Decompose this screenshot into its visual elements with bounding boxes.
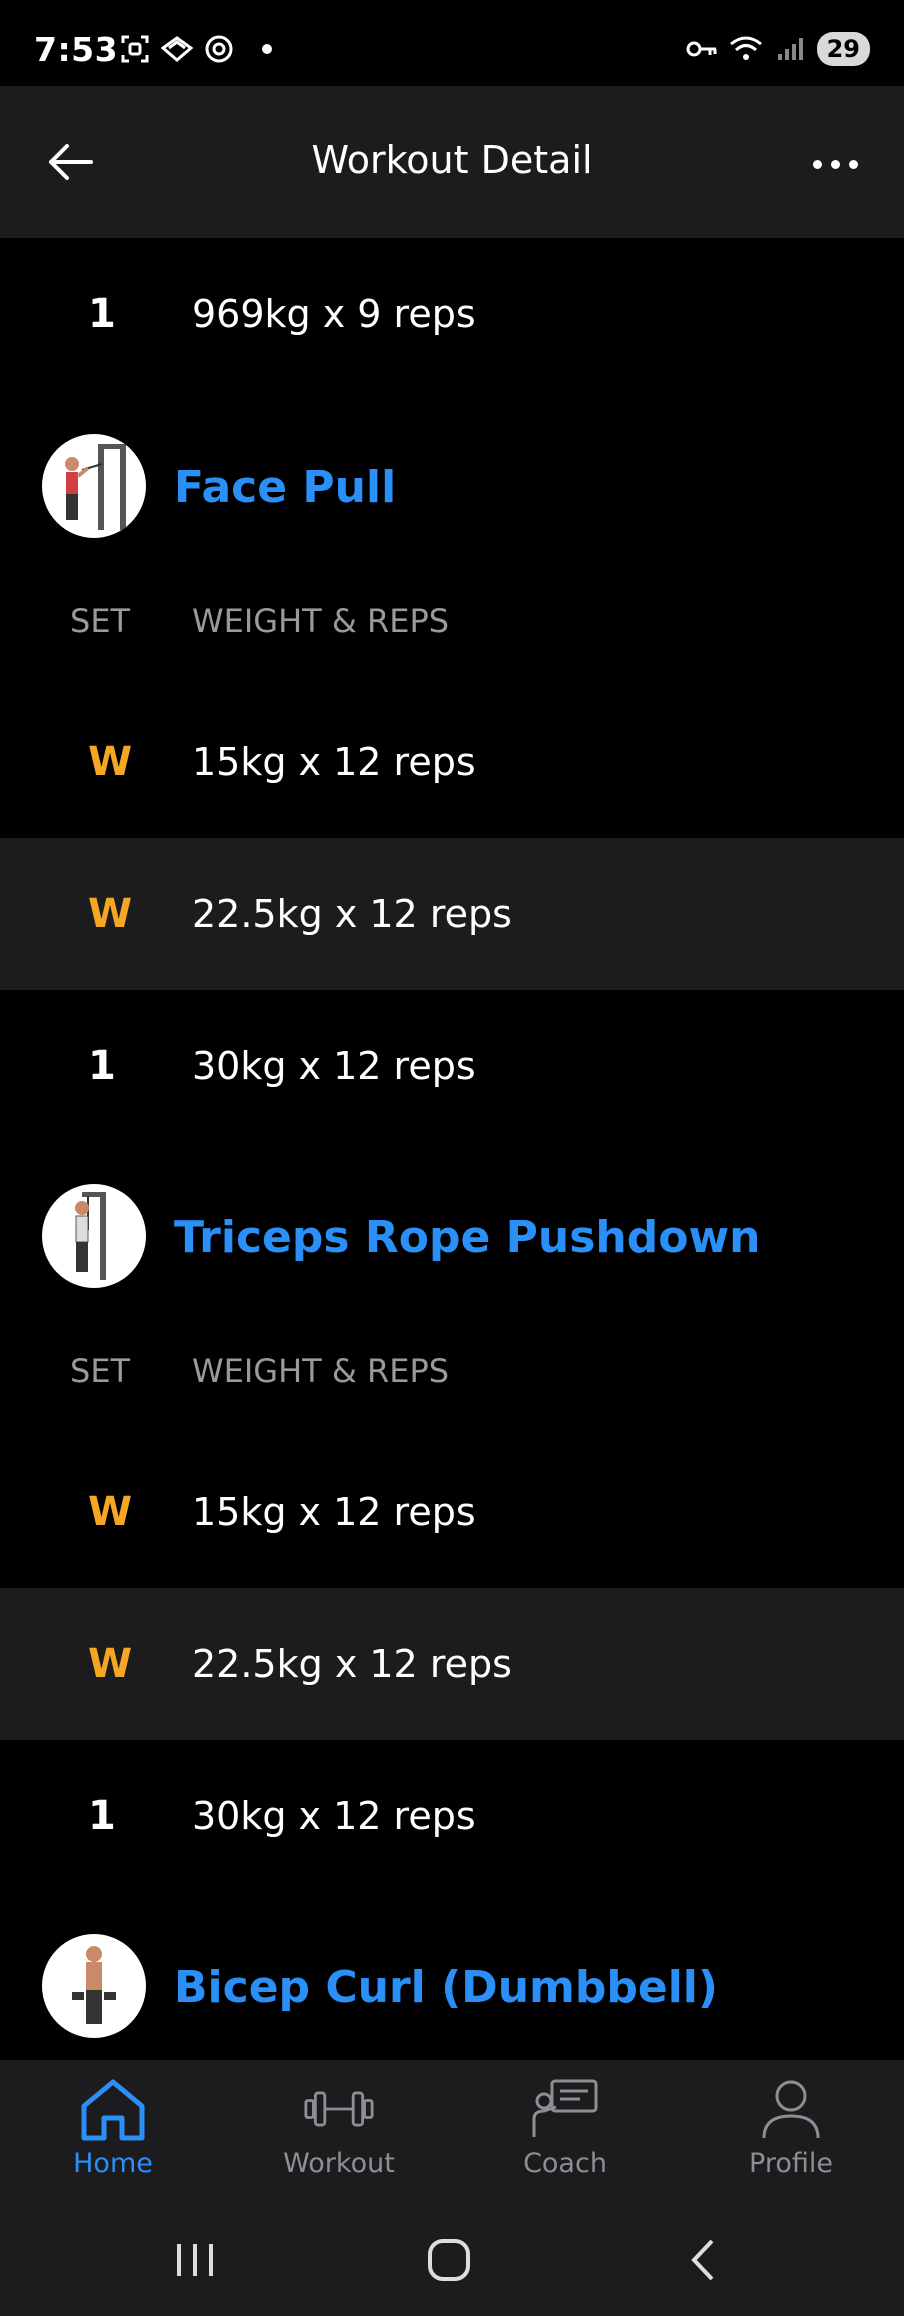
exercise-header[interactable]: Bicep Curl (Dumbbell) [0, 1922, 904, 2052]
set-row: W 15kg x 12 reps [0, 686, 904, 838]
exercise-header[interactable]: Triceps Rope Pushdown [0, 1172, 904, 1302]
set-weight-reps: 15kg x 12 reps [192, 1490, 476, 1534]
exercise-thumbnail [42, 434, 146, 538]
nav-item-coach[interactable]: Coach [490, 2074, 640, 2179]
vpn-key-icon [685, 32, 719, 66]
set-weight-reps: 969kg x 9 reps [192, 292, 476, 336]
profile-icon [756, 2074, 826, 2144]
set-row: W 15kg x 12 reps [0, 1436, 904, 1588]
set-warmup-label: W [88, 739, 133, 785]
set-row: W 22.5kg x 12 reps [0, 1588, 904, 1740]
nav-item-workout[interactable]: Workout [264, 2074, 414, 2179]
screen: 7:53 29 Workout Detail 1 969kg x 9 reps … [0, 0, 904, 2316]
triceps-pushdown-illustration-icon [75, 1192, 106, 1280]
nav-label: Home [73, 2148, 153, 2179]
header: Workout Detail [0, 86, 904, 238]
bicep-curl-illustration-icon [72, 1946, 116, 2024]
set-row: W 22.5kg x 12 reps [0, 838, 904, 990]
set-number: 1 [88, 1793, 116, 1839]
nav-label: Workout [283, 2148, 395, 2179]
set-row: 1 969kg x 9 reps [0, 238, 904, 390]
status-icons-right: 29 [685, 32, 870, 66]
battery-indicator: 29 [816, 32, 870, 66]
coach-icon [530, 2074, 600, 2144]
nav-item-home[interactable]: Home [38, 2074, 188, 2179]
column-header: SET WEIGHT & REPS [0, 1330, 904, 1410]
home-circle-icon [428, 2239, 470, 2281]
back-system-button[interactable] [668, 2230, 738, 2290]
status-time: 7:53 [34, 30, 119, 69]
page-title: Workout Detail [311, 138, 593, 182]
face-pull-illustration-icon [65, 444, 126, 530]
set-warmup-label: W [88, 1489, 133, 1535]
set-number: 1 [88, 291, 116, 337]
signal-icon [773, 32, 807, 66]
set-row: 1 30kg x 12 reps [0, 990, 904, 1142]
exercise-thumbnail [42, 1934, 146, 2038]
column-weight-reps-label: WEIGHT & REPS [192, 1352, 450, 1390]
system-navigation-bar [0, 2200, 904, 2316]
set-row: 1 30kg x 12 reps [0, 1740, 904, 1892]
set-weight-reps: 22.5kg x 12 reps [192, 1642, 512, 1686]
exercise-name: Bicep Curl (Dumbbell) [174, 1962, 718, 2013]
set-weight-reps: 30kg x 12 reps [192, 1044, 476, 1088]
column-set-label: SET [70, 1352, 131, 1390]
nav-label: Coach [523, 2148, 607, 2179]
notification-dot [262, 44, 272, 54]
app-notification-icon [160, 32, 194, 66]
exercise-name: Triceps Rope Pushdown [174, 1212, 761, 1263]
threads-icon [202, 32, 236, 66]
set-warmup-label: W [88, 891, 133, 937]
nav-item-profile[interactable]: Profile [716, 2074, 866, 2179]
exercise-name: Face Pull [174, 462, 397, 513]
status-icons-left [118, 32, 272, 66]
exercise-header[interactable]: Face Pull [0, 422, 904, 552]
more-options-button[interactable] [800, 136, 870, 192]
column-set-label: SET [70, 602, 131, 640]
more-dot [830, 159, 840, 169]
chevron-left-icon [691, 2239, 714, 2281]
set-number: 1 [88, 1043, 116, 1089]
more-dot [848, 159, 858, 169]
dumbbell-icon [304, 2074, 374, 2144]
screenshot-icon [118, 32, 152, 66]
set-weight-reps: 30kg x 12 reps [192, 1794, 476, 1838]
home-icon [78, 2074, 148, 2144]
bottom-navigation: Home Workout Coach Profile [0, 2060, 904, 2200]
recent-apps-icon [177, 2244, 213, 2276]
nav-label: Profile [749, 2148, 833, 2179]
set-warmup-label: W [88, 1641, 133, 1687]
column-weight-reps-label: WEIGHT & REPS [192, 602, 450, 640]
set-weight-reps: 22.5kg x 12 reps [192, 892, 512, 936]
exercise-thumbnail [42, 1184, 146, 1288]
home-system-button[interactable] [414, 2230, 484, 2290]
set-weight-reps: 15kg x 12 reps [192, 740, 476, 784]
wifi-icon [729, 32, 763, 66]
column-header: SET WEIGHT & REPS [0, 580, 904, 660]
recent-apps-button[interactable] [160, 2230, 230, 2290]
more-dots-icon [812, 159, 822, 169]
status-bar: 7:53 29 [0, 0, 904, 86]
